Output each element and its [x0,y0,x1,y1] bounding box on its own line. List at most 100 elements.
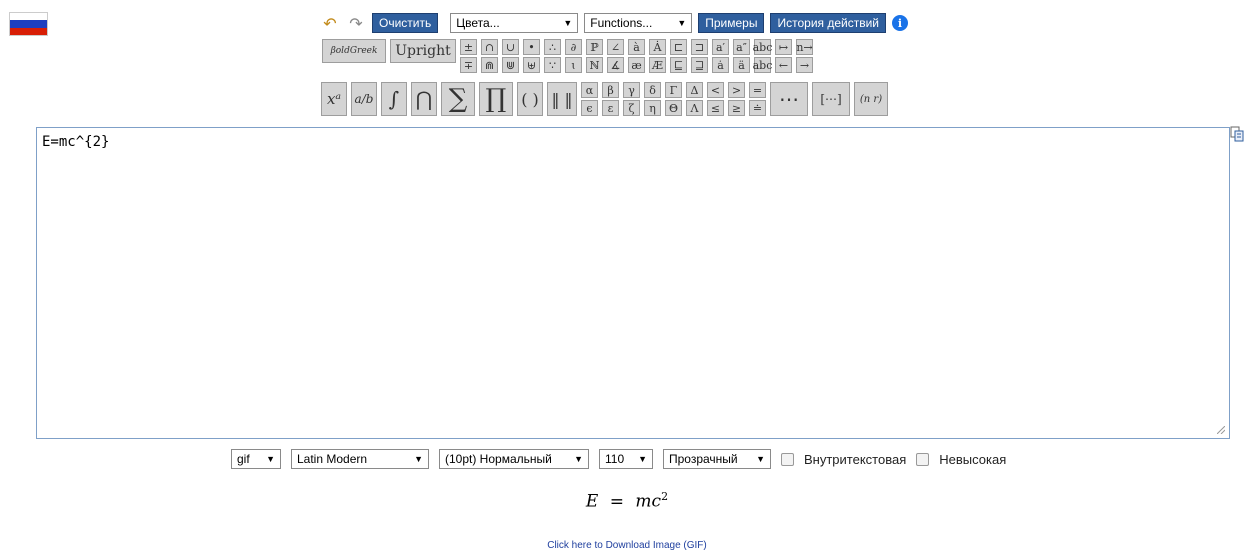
undo-icon[interactable]: ↶ [320,14,340,33]
chevron-down-icon: ▼ [756,454,765,464]
symbol-button-15[interactable]: ↦ [775,39,792,55]
sum-button[interactable]: ∑ [441,82,475,116]
greek-button-5[interactable]: Δ [686,82,703,98]
symbol-button-5[interactable]: ∂ [565,39,582,55]
functions-select[interactable]: Functions... ▼ [584,13,693,33]
language-flag-ru[interactable] [9,12,48,36]
font-select[interactable]: Latin Modern ▼ [291,449,429,469]
symbol-button-13[interactable]: ä [733,57,750,73]
redo-icon[interactable]: ↷ [346,14,366,33]
symbol-row-1: ± ∩ ∪ • ∴ ∂ ℙ ∠ à Ȧ ⊏ ⊐ a′ a″ abc ↦ n→ [460,39,813,55]
resize-handle-icon[interactable] [1217,426,1225,434]
formula-lhs: E [585,491,599,512]
symbol-button-0[interactable]: ± [460,39,477,55]
symbol-button-3[interactable]: ⊎ [523,57,540,73]
symbol-button-3[interactable]: • [523,39,540,55]
symbol-button-9[interactable]: Ȧ [649,39,666,55]
greek-button-1[interactable]: ε [602,100,619,116]
compressed-checkbox[interactable] [916,452,930,466]
latex-editor[interactable]: E=mc^{2} [36,127,1230,439]
symbol-button-7[interactable]: ∡ [607,57,624,73]
norm-button[interactable]: ‖ ‖ [547,82,577,116]
dpi-select[interactable]: 110 ▼ [599,449,653,469]
greek-button-0[interactable]: ϵ [581,100,598,116]
symbol-button-8[interactable]: æ [628,57,645,73]
greek-button-4[interactable]: Θ [665,100,682,116]
symbol-button-4[interactable]: ∴ [544,39,561,55]
examples-button[interactable]: Примеры [698,13,765,33]
symbol-button-7[interactable]: ∠ [607,39,624,55]
symbol-button-14[interactable]: abc [753,39,772,55]
inline-checkbox[interactable] [781,452,794,466]
greek-button-6[interactable]: < [707,82,724,98]
format-select[interactable]: gif ▼ [231,449,281,469]
symbol-button-10[interactable]: ⊑ [670,57,687,73]
greek-button-3[interactable]: δ [644,82,661,98]
symbol-button-8[interactable]: à [628,39,645,55]
symbol-button-6[interactable]: ℙ [586,39,603,55]
symbol-button-0[interactable]: ∓ [460,57,477,73]
symbol-button-12[interactable]: a′ [712,39,729,55]
colors-select[interactable]: Цвета... ▼ [450,13,579,33]
symbol-button-5[interactable]: ɩ [565,57,582,73]
symbol-button-10[interactable]: ⊏ [670,39,687,55]
greek-button-0[interactable]: α [581,82,598,98]
info-icon[interactable]: i [892,15,909,31]
binomial-button[interactable]: (n r) [854,82,888,116]
power-button[interactable]: xᵃ [321,82,347,116]
size-select[interactable]: (10pt) Нормальный ▼ [439,449,589,469]
dots-button[interactable]: ⋯ [770,82,808,116]
symbol-button-14[interactable]: abc [753,57,772,73]
product-button[interactable]: ∏ [479,82,513,116]
fraction-button[interactable]: a/b [351,82,377,116]
symbol-button-11[interactable]: ⊐ [691,39,708,55]
symbol-button-2[interactable]: ⋓ [502,57,519,73]
integral-button[interactable]: ∫ [381,82,407,116]
greek-row-2: ϵ ε ζ η Θ Λ ≤ ≥ ≐ [581,100,766,116]
greek-button-8[interactable]: ≐ [749,100,766,116]
upright-button[interactable]: Upright [390,39,456,63]
greek-button-2[interactable]: γ [623,82,640,98]
history-button[interactable]: История действий [770,13,887,33]
symbol-button-16[interactable]: n→ [796,39,813,55]
symbol-button-6[interactable]: ℕ [586,57,603,73]
symbol-button-13[interactable]: a″ [733,39,750,55]
symbol-button-1[interactable]: ∩ [481,39,498,55]
symbol-button-4[interactable]: ∵ [544,57,561,73]
download-link[interactable]: Click here to Download Image (GIF) [0,540,1254,551]
greek-button-4[interactable]: Γ [665,82,682,98]
greek-button-8[interactable]: = [749,82,766,98]
symbol-button-15[interactable]: ← [775,57,792,73]
size-select-value: (10pt) Нормальный [445,452,552,466]
greek-button-6[interactable]: ≤ [707,100,724,116]
big-cap-button[interactable]: ⋂ [411,82,437,116]
chevron-down-icon: ▼ [638,454,647,464]
greek-button-7[interactable]: ≥ [728,100,745,116]
chevron-down-icon: ▼ [677,18,687,28]
compressed-label: Невысокая [939,451,1007,467]
symbol-button-16[interactable]: → [796,57,813,73]
symbol-button-9[interactable]: Æ [649,57,666,73]
symbol-button-12[interactable]: ȧ [712,57,729,73]
clear-button[interactable]: Очистить [372,13,439,33]
boldgreek-button[interactable]: βoldGreek [322,39,386,63]
format-select-value: gif [237,452,250,466]
matrix-button[interactable]: [⋯] [812,82,850,116]
greek-button-7[interactable]: > [728,82,745,98]
greek-button-5[interactable]: Λ [686,100,703,116]
symbol-button-1[interactable]: ⋒ [481,57,498,73]
copy-icon[interactable] [1230,126,1244,142]
formula-preview: E = mc2 [0,490,1254,512]
greek-button-2[interactable]: ζ [623,100,640,116]
chevron-down-icon: ▼ [414,454,423,464]
greek-button-3[interactable]: η [644,100,661,116]
symbol-button-11[interactable]: ⊒ [691,57,708,73]
parentheses-button[interactable]: ( ) [517,82,543,116]
top-toolbar: ↶ ↷ Очистить Цвета... ▼ Functions... ▼ При… [320,12,909,34]
greek-button-1[interactable]: β [602,82,619,98]
symbol-button-2[interactable]: ∪ [502,39,519,55]
functions-select-value: Functions... [590,16,653,30]
colors-select-value: Цвета... [456,16,500,30]
symbol-panel: βoldGreek Upright ± ∩ ∪ • ∴ ∂ ℙ ∠ à Ȧ ⊏ ⊐ a′ a″ abc ↦ n→… [322,39,813,73]
background-select[interactable]: Прозрачный ▼ [663,449,771,469]
